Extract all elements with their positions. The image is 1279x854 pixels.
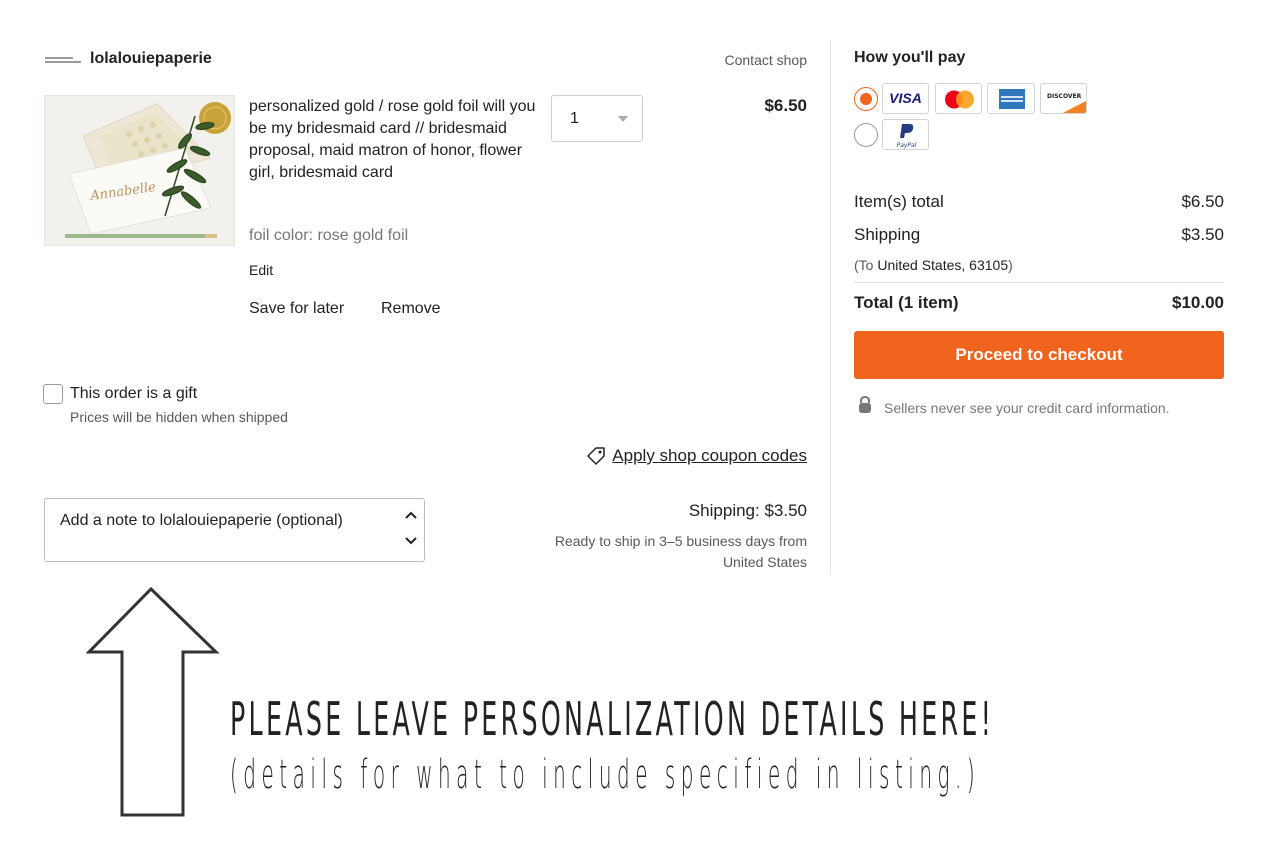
paypal-logo: PayPal [882, 119, 929, 150]
order-total-label: Total (1 item) [854, 293, 959, 312]
summary-divider [854, 282, 1224, 283]
contact-shop-link[interactable]: Contact shop [725, 52, 808, 68]
lock-icon [857, 395, 873, 419]
note-to-seller-textarea[interactable]: Add a note to lolalouiepaperie (optional… [44, 498, 425, 562]
shipping-destination[interactable]: (To United States, 63105) [854, 257, 1013, 273]
secure-payment-note: Sellers never see your credit card infor… [884, 400, 1170, 416]
visa-logo-text: VISA [889, 90, 922, 106]
gift-label[interactable]: This order is a gift [70, 385, 197, 403]
shipping-label: Shipping [854, 225, 921, 244]
payment-heading: How you'll pay [854, 49, 966, 66]
remove-button[interactable]: Remove [381, 300, 441, 318]
items-total-row: Item(s) total $6.50 [854, 192, 1224, 212]
destination-prefix: (To [854, 257, 878, 273]
shipping-ready-text: Ready to ship in 3–5 business days from … [554, 533, 807, 570]
save-for-later-button[interactable]: Save for later [249, 300, 344, 318]
edit-link[interactable]: Edit [249, 262, 273, 278]
tag-icon [586, 446, 606, 466]
annotation-heading: PLEASE LEAVE PERSONALIZATION DETAILS HER… [230, 692, 995, 746]
mastercard-logo [935, 83, 982, 114]
shop-name[interactable]: lolalouiepaperie [90, 50, 212, 68]
visa-logo: VISA [882, 83, 929, 114]
annotation-subtext: (details for what to include specified i… [230, 752, 981, 798]
paypal-logo-text: PayPal [897, 142, 917, 149]
item-price: $6.50 [764, 96, 807, 115]
shipping-row: Shipping $3.50 [854, 225, 1224, 245]
paypal-radio[interactable] [854, 123, 878, 147]
shop-logo [45, 52, 81, 68]
gift-checkbox[interactable] [43, 384, 63, 404]
apply-coupon-link[interactable]: Apply shop coupon codes [586, 446, 807, 466]
chevron-down-icon[interactable] [404, 533, 418, 551]
column-divider [830, 40, 831, 574]
gift-sublabel: Prices will be hidden when shipped [70, 409, 288, 425]
product-image[interactable]: Annabelle [44, 95, 235, 246]
discover-logo-text: DISCOVER [1047, 93, 1082, 100]
shipping-cost: Shipping: $3.50 [688, 501, 807, 520]
note-placeholder: Add a note to lolalouiepaperie (optional… [60, 512, 343, 529]
up-arrow-icon [85, 586, 220, 826]
shipping-value: $3.50 [1181, 225, 1224, 244]
card-radio[interactable] [854, 87, 878, 111]
proceed-to-checkout-button[interactable]: Proceed to checkout [854, 331, 1224, 379]
items-total-value: $6.50 [1181, 192, 1224, 211]
items-total-label: Item(s) total [854, 192, 944, 211]
radio-selected-dot [860, 93, 872, 105]
product-title[interactable]: personalized gold / rose gold foil will … [249, 96, 539, 184]
caret-down-icon [618, 116, 628, 122]
quantity-select[interactable]: 1 [551, 95, 643, 142]
order-total-value: $10.00 [1172, 293, 1224, 312]
discover-logo: DISCOVER [1040, 83, 1087, 114]
destination-link[interactable]: United States, 63105 [877, 257, 1008, 273]
chevron-up-icon[interactable] [404, 507, 418, 525]
variation-text: foil color: rose gold foil [249, 227, 409, 244]
quantity-value: 1 [570, 110, 579, 127]
apply-coupon-label[interactable]: Apply shop coupon codes [612, 446, 807, 466]
destination-suffix: ) [1008, 257, 1013, 273]
order-total-row: Total (1 item) $10.00 [854, 293, 1224, 313]
amex-logo [987, 83, 1035, 114]
